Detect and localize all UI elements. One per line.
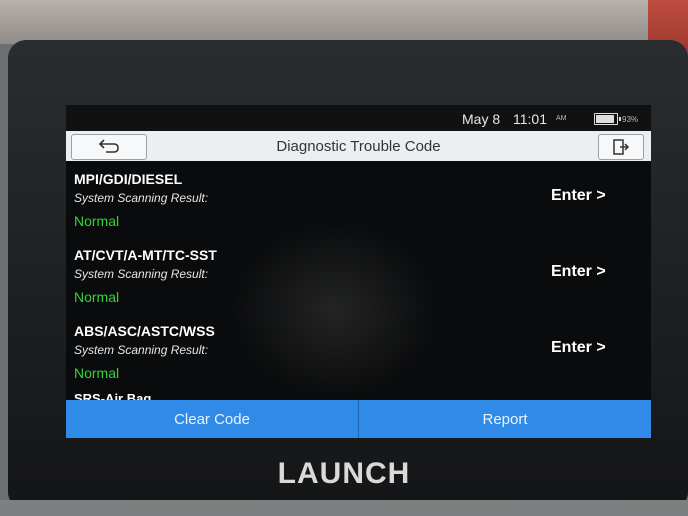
system-subtitle: System Scanning Result: <box>74 267 209 281</box>
system-list: MPI/GDI/DIESEL System Scanning Result: N… <box>66 161 651 401</box>
system-name: ABS/ASC/ASTC/WSS <box>74 323 215 339</box>
list-item: MPI/GDI/DIESEL System Scanning Result: N… <box>66 161 651 237</box>
page-title: Diagnostic Trouble Code <box>276 138 441 155</box>
system-status: Normal <box>74 365 120 381</box>
list-item: ABS/ASC/ASTC/WSS System Scanning Result:… <box>66 313 651 389</box>
status-time: 11:01 <box>513 111 547 127</box>
enter-button[interactable]: Enter > <box>551 263 606 281</box>
list-item: AT/CVT/A-MT/TC-SST System Scanning Resul… <box>66 237 651 313</box>
exit-icon <box>613 139 630 155</box>
battery-icon <box>594 113 621 125</box>
brand-logo: LAUNCH <box>277 457 411 490</box>
system-subtitle: System Scanning Result: <box>74 343 209 357</box>
enter-button[interactable]: Enter > <box>551 187 606 205</box>
system-subtitle: System Scanning Result: <box>74 191 209 205</box>
battery-percent: 93% <box>622 115 639 124</box>
screen: May 8 11:01 AM 93% Diagnostic Trouble Co… <box>66 105 651 438</box>
title-bar: Diagnostic Trouble Code <box>66 131 651 161</box>
status-bar: May 8 11:01 AM 93% <box>66 105 651 131</box>
clear-code-button[interactable]: Clear Code <box>66 400 358 438</box>
system-status: Normal <box>74 289 120 305</box>
exit-button[interactable] <box>598 134 644 160</box>
enter-button[interactable]: Enter > <box>551 339 606 357</box>
report-button[interactable]: Report <box>359 400 651 438</box>
device-top-rim <box>0 0 688 44</box>
system-status: Normal <box>74 213 120 229</box>
bottom-action-bar: Clear Code Report <box>66 400 651 438</box>
partial-list-item[interactable]: SRS-Air Bag <box>74 392 151 400</box>
status-ampm: AM <box>556 115 567 122</box>
system-name: MPI/GDI/DIESEL <box>74 171 183 187</box>
surface-texture <box>0 500 688 516</box>
status-date: May 8 <box>462 111 501 127</box>
system-name: AT/CVT/A-MT/TC-SST <box>74 247 217 263</box>
